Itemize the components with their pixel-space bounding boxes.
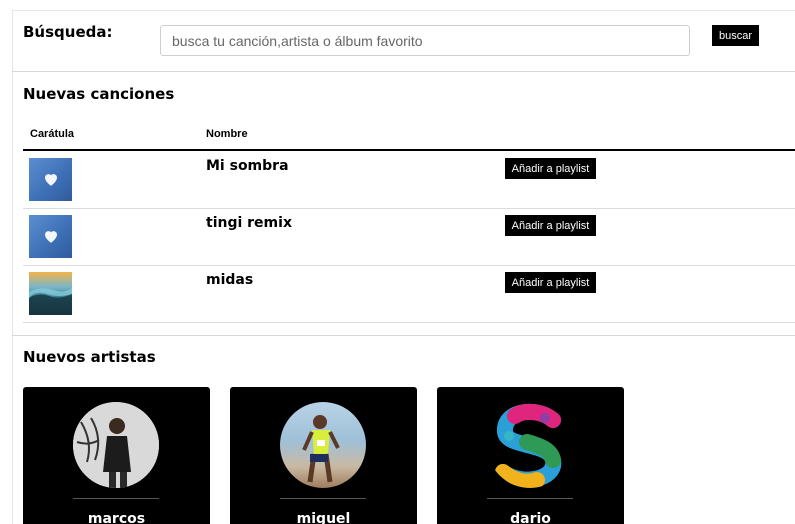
new-songs-title: Nuevas canciones <box>23 85 175 103</box>
new-artists-title: Nuevos artistas <box>23 348 156 366</box>
wave-icon <box>29 288 72 315</box>
card-divider <box>73 498 159 499</box>
search-label: Búsqueda: <box>23 23 113 41</box>
song-name: tingi remix <box>206 215 292 231</box>
athlete-icon <box>302 415 340 483</box>
card-divider <box>280 498 366 499</box>
heart-cover-icon <box>29 215 72 258</box>
artist-name: dario <box>510 511 551 524</box>
heart-cover-icon <box>29 158 72 201</box>
table-row: Mi sombra Añadir a playlist <box>23 151 795 209</box>
page-left-border <box>12 10 13 524</box>
athlete-photo-icon <box>280 402 366 488</box>
song-name: Mi sombra <box>206 158 289 174</box>
card-divider <box>487 498 573 499</box>
search-button[interactable]: buscar <box>712 25 759 46</box>
divider <box>12 71 795 72</box>
heart-icon <box>45 231 57 243</box>
person-photo-icon <box>73 402 159 488</box>
beach-cover-icon <box>29 272 72 315</box>
add-to-playlist-button[interactable]: Añadir a playlist <box>505 215 596 236</box>
column-header-name: Nombre <box>206 128 248 140</box>
artist-card[interactable]: dario <box>437 387 624 524</box>
add-to-playlist-button[interactable]: Añadir a playlist <box>505 158 596 179</box>
column-header-cover: Carátula <box>30 128 75 140</box>
heart-icon <box>45 174 57 186</box>
s-logo-icon <box>487 402 573 488</box>
artist-card[interactable]: marcos <box>23 387 210 524</box>
page-top-border <box>12 0 795 11</box>
artist-name: marcos <box>87 511 146 524</box>
s-letter-icon <box>495 403 562 488</box>
search-input[interactable] <box>160 25 690 56</box>
artist-name: miguel <box>296 511 351 524</box>
table-row: midas Añadir a playlist <box>23 265 795 323</box>
divider <box>12 335 795 336</box>
person-icon <box>73 402 159 488</box>
song-name: midas <box>206 272 254 288</box>
table-row: tingi remix Añadir a playlist <box>23 208 795 266</box>
add-to-playlist-button[interactable]: Añadir a playlist <box>505 272 596 293</box>
artist-card[interactable]: miguel <box>230 387 417 524</box>
